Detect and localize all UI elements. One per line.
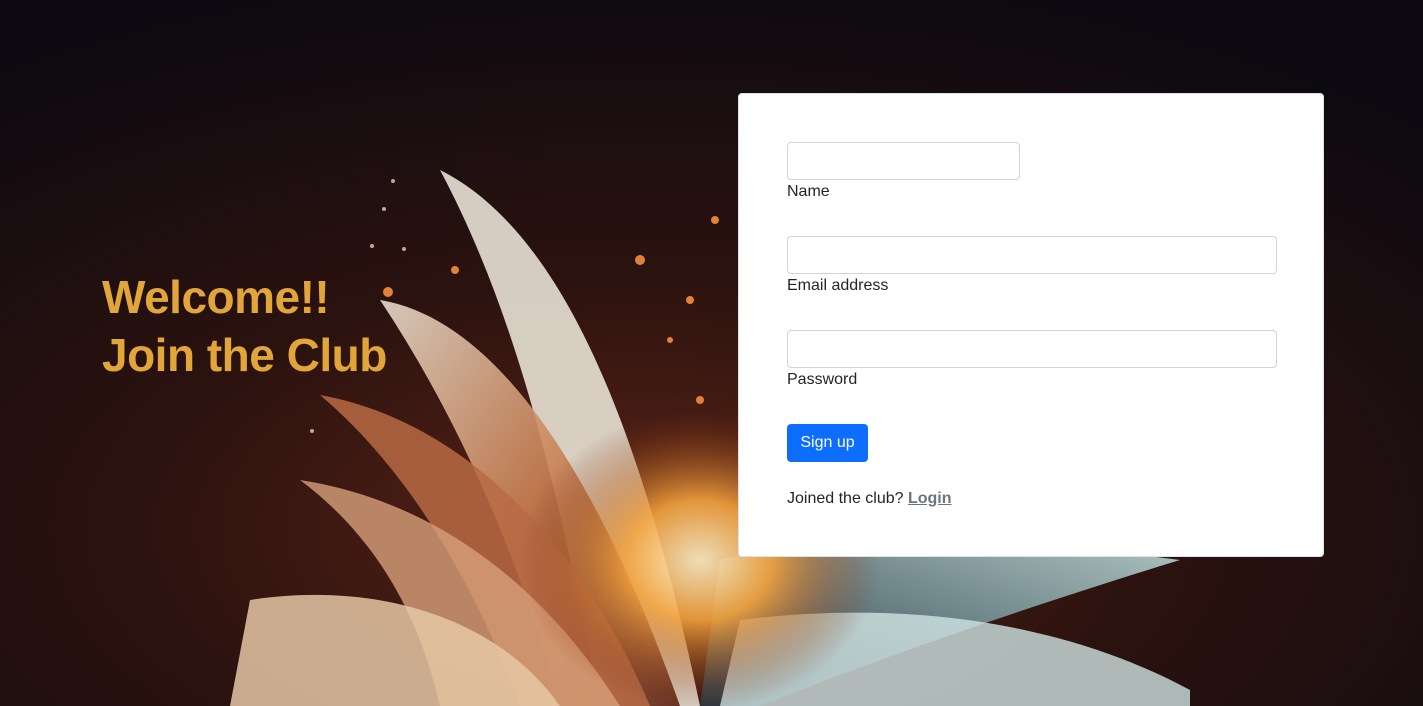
name-input[interactable]: [787, 142, 1020, 180]
password-label: Password: [787, 371, 858, 388]
welcome-heading: Welcome!! Join the Club: [102, 268, 387, 384]
email-input[interactable]: [787, 236, 1277, 274]
welcome-heading-line2: Join the Club: [102, 329, 387, 381]
login-prompt: Joined the club? Login: [787, 490, 952, 508]
name-label: Name: [787, 183, 830, 200]
welcome-heading-line1: Welcome!!: [102, 271, 330, 323]
password-input[interactable]: [787, 330, 1277, 368]
password-field-group: Password: [787, 330, 1277, 389]
sign-up-button[interactable]: Sign up: [787, 424, 868, 462]
email-field-group: Email address: [787, 236, 1277, 295]
login-link[interactable]: Login: [908, 490, 952, 507]
signup-card: Name Email address Password Sign up Join…: [738, 93, 1324, 557]
name-field-group: Name: [787, 142, 1020, 201]
email-label: Email address: [787, 277, 889, 294]
login-prompt-text: Joined the club?: [787, 490, 904, 507]
